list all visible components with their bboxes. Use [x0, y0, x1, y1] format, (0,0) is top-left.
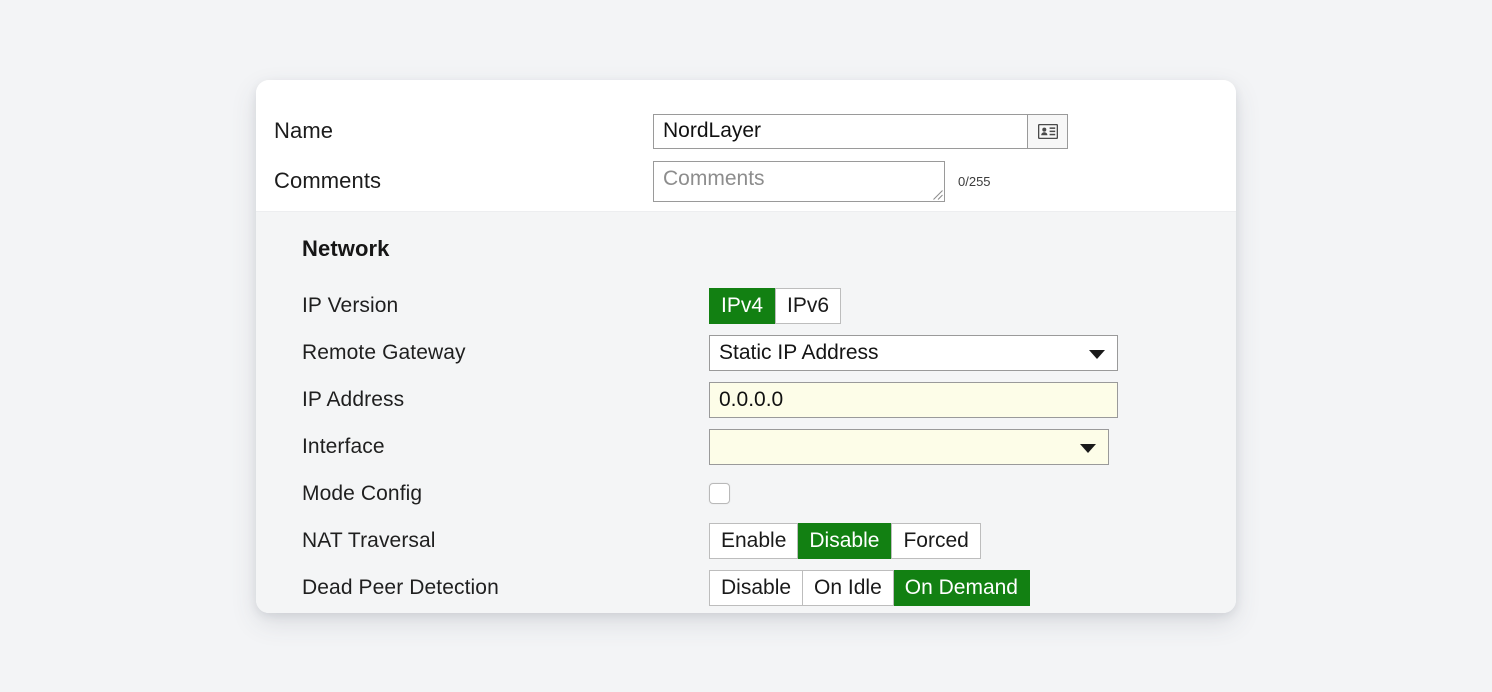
dead-peer-detection-option-on-idle[interactable]: On Idle — [803, 569, 894, 606]
mode-config-row: Mode Config — [256, 470, 1236, 517]
dead-peer-detection-option-on-demand[interactable]: On Demand — [893, 569, 1030, 606]
network-section-title: Network — [302, 236, 390, 261]
ip-version-row: IP Version IPv4 IPv6 — [256, 282, 1236, 329]
mode-config-label: Mode Config — [302, 481, 423, 505]
nat-traversal-option-forced[interactable]: Forced — [891, 522, 981, 559]
dead-peer-detection-segmented-control: Disable On Idle On Demand — [709, 569, 1030, 606]
vpn-settings-card: Name NordLayer Comments Comments 0/255 N… — [256, 80, 1236, 613]
remote-gateway-value: Static IP Address — [719, 340, 879, 364]
interface-select[interactable] — [709, 428, 1109, 465]
chevron-down-icon — [1089, 349, 1105, 359]
nat-traversal-segmented-control: Enable Disable Forced — [709, 522, 981, 559]
name-label: Name — [274, 118, 334, 143]
interface-row: Interface — [256, 423, 1236, 470]
name-field-group — [653, 113, 1068, 149]
chevron-down-icon — [1080, 443, 1096, 453]
comments-placeholder: Comments — [663, 166, 765, 190]
resize-grip-icon[interactable] — [930, 187, 943, 200]
comments-row: Comments Comments 0/255 — [256, 156, 1236, 206]
ip-address-label: IP Address — [302, 387, 405, 411]
interface-label: Interface — [302, 434, 385, 458]
comments-field-group: Comments 0/255 — [653, 160, 991, 202]
nat-traversal-label: NAT Traversal — [302, 528, 436, 552]
ip-version-option-ipv4[interactable]: IPv4 — [709, 287, 776, 324]
contact-card-icon[interactable] — [1027, 113, 1068, 149]
name-row: Name — [256, 106, 1236, 156]
card-header-section: Name NordLayer Comments Comments 0/255 — [256, 80, 1236, 212]
comments-textarea[interactable]: Comments — [653, 160, 945, 202]
name-input[interactable] — [653, 113, 1027, 149]
network-section: Network IP Version IPv4 IPv6 Remote Gate… — [256, 212, 1236, 613]
dead-peer-detection-label: Dead Peer Detection — [302, 575, 499, 599]
nat-traversal-row: NAT Traversal Enable Disable Forced — [256, 517, 1236, 564]
dead-peer-detection-row: Dead Peer Detection Disable On Idle On D… — [256, 564, 1236, 611]
ip-version-option-ipv6[interactable]: IPv6 — [775, 287, 842, 324]
remote-gateway-select[interactable]: Static IP Address — [709, 334, 1118, 371]
comments-label: Comments — [274, 168, 382, 193]
comments-char-counter: 0/255 — [958, 173, 991, 189]
nat-traversal-option-disable[interactable]: Disable — [798, 522, 892, 559]
ip-address-row: IP Address — [256, 376, 1236, 423]
ip-address-input[interactable] — [709, 381, 1118, 418]
nat-traversal-option-enable[interactable]: Enable — [709, 522, 799, 559]
remote-gateway-row: Remote Gateway Static IP Address — [256, 329, 1236, 376]
remote-gateway-label: Remote Gateway — [302, 340, 466, 364]
mode-config-checkbox[interactable] — [709, 483, 730, 504]
viewport: Name NordLayer Comments Comments 0/255 N… — [0, 0, 1492, 692]
ip-version-label: IP Version — [302, 293, 399, 317]
dead-peer-detection-option-disable[interactable]: Disable — [709, 569, 804, 606]
ip-version-segmented-control: IPv4 IPv6 — [709, 287, 842, 324]
